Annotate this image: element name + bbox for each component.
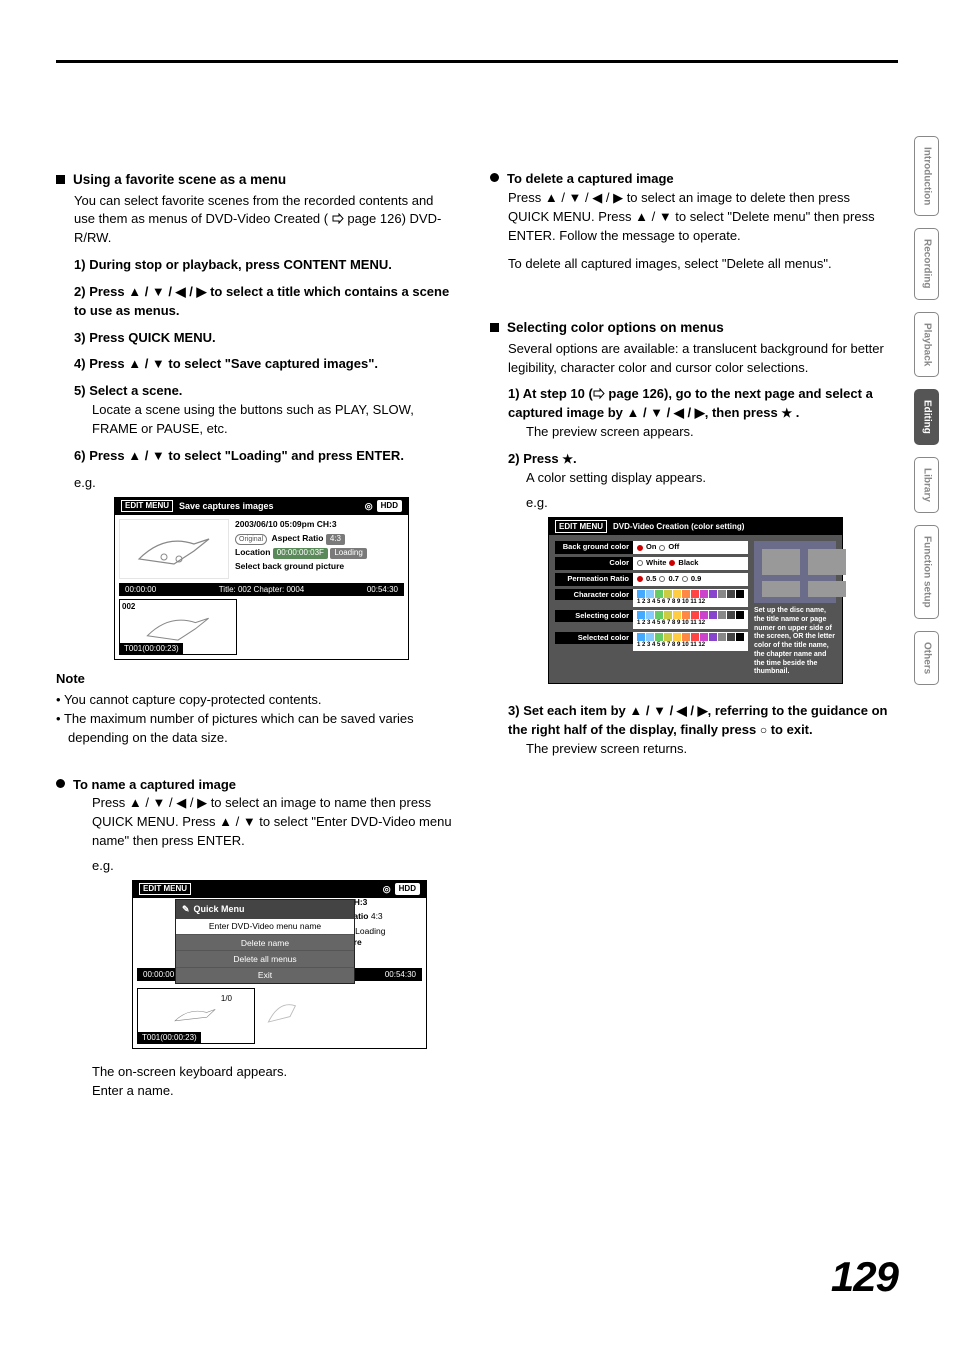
right-column: To delete a captured image Press ▲ / ▼ /… (490, 170, 890, 767)
note-list: You cannot capture copy-protected conten… (56, 691, 456, 748)
steps-list: 1) During stop or playback, press CONTEN… (74, 256, 456, 466)
name-tail2: Enter a name. (92, 1082, 456, 1101)
capture-slot-1[interactable]: 1/0 T001(00:00:23) (137, 988, 255, 1044)
screen-quick-menu: EDIT MENU ◎ HDD ✎Quick Menu Enter DVD-Vi… (132, 880, 427, 1050)
eg-label-2: e.g. (92, 858, 114, 873)
disc-icon: ◎ (383, 883, 391, 896)
eg-label-3: e.g. (526, 495, 548, 510)
page-ref-arrow-icon (332, 213, 344, 224)
tab-recording[interactable]: Recording (914, 228, 939, 299)
section-color-options: Selecting color options on menus (490, 318, 890, 338)
select-bg-label: Select back ground picture (235, 561, 404, 572)
note-item: The maximum number of pictures which can… (56, 710, 456, 748)
preview-pane (754, 541, 836, 603)
tab-function-setup[interactable]: Function setup (914, 525, 939, 619)
top-rule (56, 60, 898, 63)
quick-menu-popup: ✎Quick Menu Enter DVD-Video menu name De… (175, 899, 355, 984)
quick-menu-icon: ✎ (182, 903, 190, 916)
tab-introduction[interactable]: Introduction (914, 136, 939, 216)
page-ref-arrow-icon (593, 388, 605, 399)
side-tabs: Introduction Recording Playback Editing … (914, 136, 940, 697)
thumb-timestamp: T001(00:00:23) (120, 643, 183, 655)
airplane-icon (143, 609, 213, 645)
help-text: Set up the disc name, the title name or … (754, 607, 836, 677)
tab-editing[interactable]: Editing (914, 389, 939, 445)
step5-sub: Locate a scene using the buttons such as… (74, 401, 456, 439)
timecode-right: 00:54:30 (367, 584, 398, 596)
title-chapter: Title: 002 Chapter: 0004 (219, 584, 305, 596)
bullet-icon (56, 779, 65, 788)
qm-item-delete-name[interactable]: Delete name (176, 935, 354, 951)
star-icon (562, 451, 573, 466)
square-bullet-icon (56, 175, 65, 184)
edit-menu-badge: EDIT MENU (121, 500, 173, 512)
edit-menu-badge: EDIT MENU (139, 883, 191, 895)
delete-p2: To delete all captured images, select "D… (508, 255, 890, 274)
tab-others[interactable]: Others (914, 631, 939, 685)
screen-color-setting: EDIT MENU DVD-Video Creation (color sett… (548, 517, 843, 685)
left-column: Using a favorite scene as a menu You can… (56, 170, 456, 1101)
note-heading: Note (56, 670, 456, 689)
location-value: 00:00:00:03F (273, 548, 328, 559)
aspect-value: 4:3 (326, 534, 345, 545)
note-item: You cannot capture copy-protected conten… (56, 691, 456, 710)
eg-label-1: e.g. (74, 475, 96, 490)
screen1-title: Save captures images (179, 500, 274, 513)
qm-item-enter-name[interactable]: Enter DVD-Video menu name (176, 919, 354, 935)
radio-icon[interactable] (659, 545, 665, 551)
disc-icon: ◎ (365, 500, 373, 513)
subsection-delete-captured: To delete a captured image (490, 170, 890, 189)
qm-item-delete-all[interactable]: Delete all menus (176, 951, 354, 967)
original-pill: Original (235, 534, 267, 545)
character-color-swatches[interactable] (637, 590, 744, 598)
tab-playback[interactable]: Playback (914, 312, 939, 377)
screen-save-captures: EDIT MENU Save captures images ◎ HDD (114, 497, 409, 661)
airplane-icon (134, 529, 214, 569)
color-intro: Several options are available: a translu… (508, 340, 890, 378)
name-instructions: Press ▲ / ▼ / ◀ / ▶ to select an image t… (92, 794, 456, 851)
loading-badge: Loading (330, 548, 366, 559)
subsection-name-captured: To name a captured image (56, 776, 456, 795)
star-icon (781, 405, 792, 420)
page-number: 129 (831, 1247, 898, 1308)
name-tail1: The on-screen keyboard appears. (92, 1063, 456, 1082)
qm-item-exit[interactable]: Exit (176, 968, 354, 983)
timecode-left: 00:00:00 (125, 584, 156, 596)
bullet-icon (490, 173, 499, 182)
hdd-badge: HDD (395, 883, 420, 895)
radio-icon[interactable] (637, 545, 643, 551)
selected-color-swatches[interactable] (637, 633, 744, 641)
hdd-badge: HDD (377, 500, 402, 512)
tab-library[interactable]: Library (914, 457, 939, 513)
delete-p1: Press ▲ / ▼ / ◀ / ▶ to select an image t… (508, 189, 890, 246)
capture-preview-thumb (119, 519, 229, 579)
selecting-color-swatches[interactable] (637, 611, 744, 619)
section-title: Using a favorite scene as a menu (73, 170, 286, 190)
color-steps: 1) At step 10 ( page 126), go to the nex… (508, 385, 890, 758)
capture-slot-1[interactable]: 002 T001(00:00:23) (119, 599, 237, 655)
section-favorite-scene: Using a favorite scene as a menu (56, 170, 456, 190)
square-bullet-icon (490, 323, 499, 332)
capture-date: 2003/06/10 05:09pm CH:3 (235, 519, 404, 530)
